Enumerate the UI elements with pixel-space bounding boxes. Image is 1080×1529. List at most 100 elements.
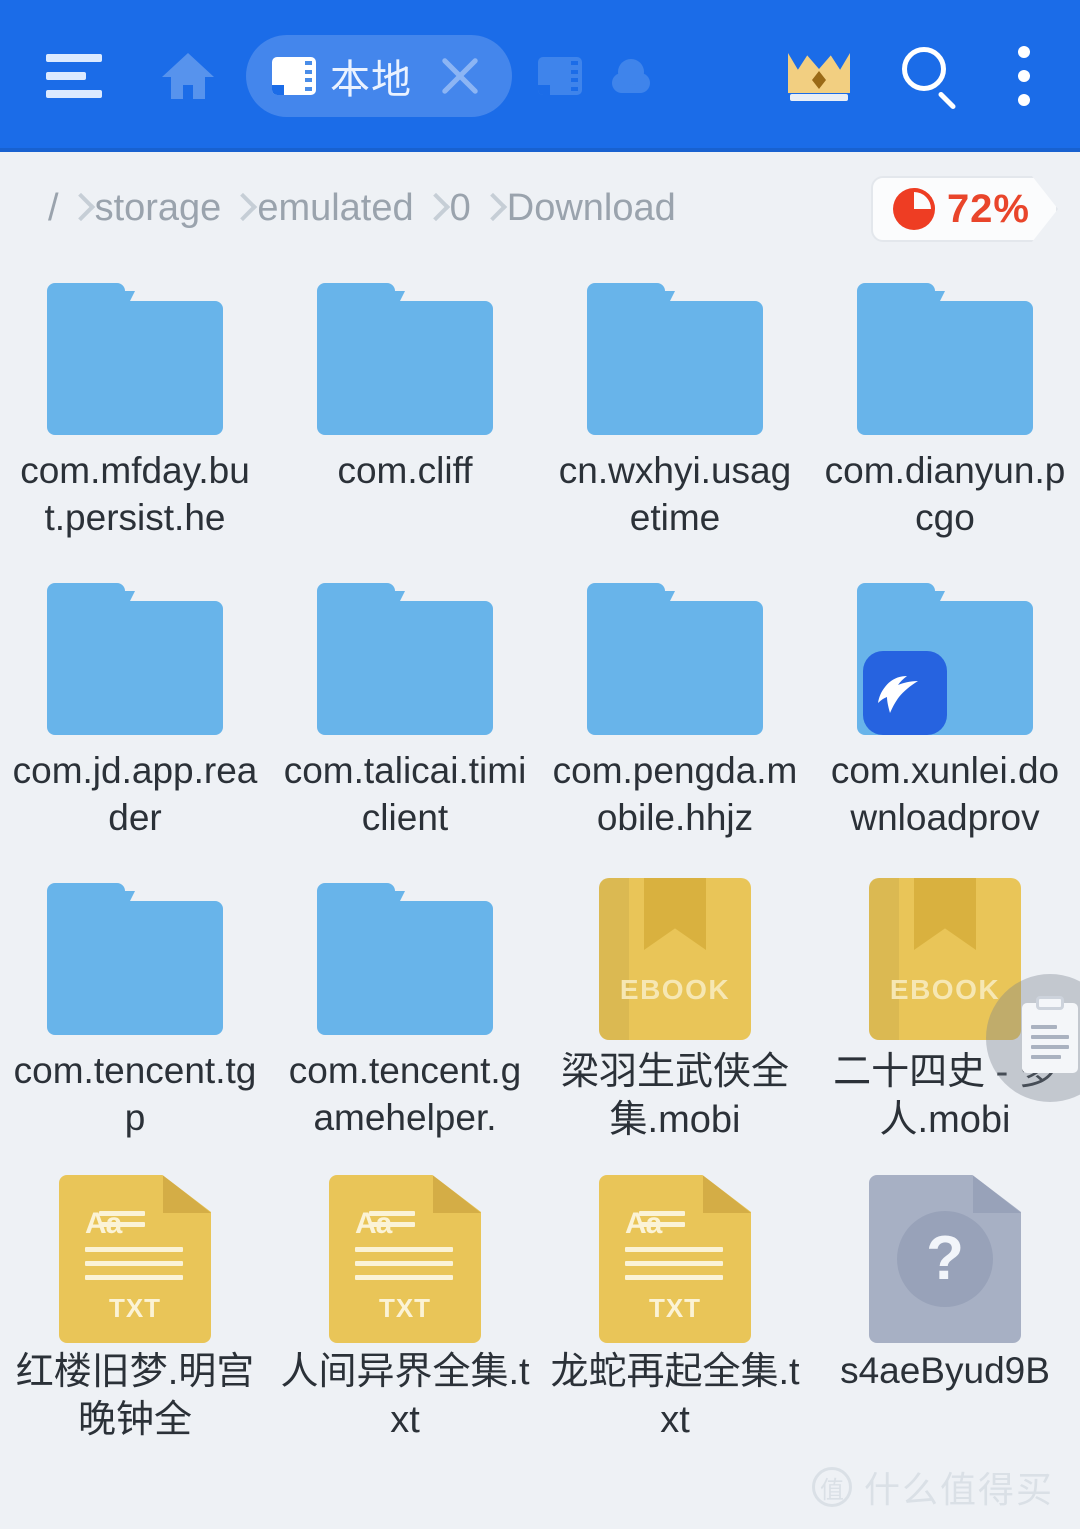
grid-item[interactable]: Aa TXT 人间异界全集.txt [270,1164,540,1464]
ebook-icon-label: EBOOK [619,974,731,1005]
sd-card-icon-secondary[interactable] [538,57,582,95]
icon-wrap: Aa TXT [317,1175,493,1343]
icon-wrap [587,580,763,738]
watermark: 值 什么值得买 [811,1461,1054,1513]
grid-item[interactable]: com.dianyun.pcgo [810,264,1080,564]
txt-file-icon: Aa TXT [59,1175,211,1343]
grid-item[interactable]: com.talicai.timiclient [270,564,540,864]
folder-icon [857,283,1033,435]
folder-icon [47,583,223,735]
home-icon[interactable] [162,51,214,101]
folder-icon [317,283,493,435]
icon-wrap [317,280,493,438]
chevron-right-icon [69,194,85,222]
hamburger-line [46,54,102,62]
storage-usage-percent: 72% [946,186,1030,231]
home-roof [162,53,214,77]
sd-card-icon [272,57,316,95]
txt-icon-label: TXT [648,1293,702,1323]
grid-item-label: com.cliff [337,450,473,491]
folder-icon [587,583,763,735]
breadcrumb-item-emulated[interactable]: emulated [257,187,413,230]
grid-item[interactable]: com.pengda.mobile.hhjz [540,564,810,864]
grid-item-label: com.mfday.but.persist.he [20,450,250,538]
watermark-text: 什么值得买 [863,1469,1054,1510]
icon-wrap [317,580,493,738]
icon-wrap [317,880,493,1038]
grid-item[interactable]: com.jd.app.reader [0,564,270,864]
search-icon[interactable] [902,47,960,111]
grid-item[interactable]: Aa TXT 龙蛇再起全集.txt [540,1164,810,1464]
watermark-logo-icon: 值 [811,1467,852,1507]
grid-item-label: 红楼旧梦.明宫晚钟全 [15,1351,255,1442]
chevron-right-icon [231,194,247,222]
breadcrumb-item-download[interactable]: Download [507,187,676,230]
icon-wrap: Aa TXT [47,1175,223,1343]
grid-item[interactable]: cn.wxhyi.usagetime [540,264,810,564]
grid-item-label: 龙蛇再起全集.txt [550,1351,800,1442]
grid-item-label: com.dianyun.pcgo [824,450,1066,538]
cloud-icon[interactable] [608,59,654,93]
grid-item-label: 梁羽生武侠全集.mobi [560,1051,789,1142]
folder-icon [317,583,493,735]
grid-item-label: 人间异界全集.txt [280,1351,530,1442]
grid-item[interactable]: com.mfday.but.persist.he [0,264,270,564]
hamburger-line [46,72,86,80]
txt-file-icon: Aa TXT [329,1175,481,1343]
grid-item[interactable]: Aa TXT 红楼旧梦.明宫晚钟全 [0,1164,270,1464]
folder-icon [587,283,763,435]
icon-wrap [857,580,1033,738]
icon-wrap: Aa TXT [587,1175,763,1343]
grid-item-label: com.tencent.tgp [13,1050,257,1138]
file-grid: com.mfday.but.persist.he com.cliff cn.wx… [0,264,1080,1464]
folder-icon [317,883,493,1035]
question-mark-icon: ? [926,1224,964,1293]
grid-item-label: com.jd.app.reader [12,750,258,838]
app-bar: 本地 [0,0,1080,152]
crown-icon[interactable] [788,49,850,103]
tab-local[interactable]: 本地 [246,35,512,117]
folder-icon [47,283,223,435]
grid-item-label: com.xunlei.downloadprov [830,750,1060,838]
hamburger-menu-icon[interactable] [46,54,102,98]
icon-wrap [47,880,223,1038]
grid-item-label: com.pengda.mobile.hhjz [552,750,798,838]
grid-item-label: s4aeByud9B [840,1350,1050,1391]
breadcrumb-item-0[interactable]: 0 [450,187,471,230]
storage-usage-badge[interactable]: 72% [871,176,1058,242]
grid-item-label: com.tencent.gamehelper. [288,1050,522,1138]
grid-item-label: com.talicai.timiclient [283,750,527,838]
grid-item[interactable]: ? s4aeByud9B [810,1164,1080,1464]
grid-item[interactable]: com.tencent.tgp [0,864,270,1164]
txt-file-icon: Aa TXT [599,1175,751,1343]
grid-item[interactable]: com.cliff [270,264,540,564]
pie-chart-icon [893,188,935,230]
icon-wrap [47,580,223,738]
breadcrumb: / storage emulated 0 Download [48,187,676,230]
chevron-right-icon [481,194,497,222]
breadcrumb-root[interactable]: / [48,187,59,230]
txt-icon-label: TXT [108,1293,162,1323]
icon-wrap: ? [857,1175,1033,1343]
folder-icon [857,583,1033,735]
unknown-file-icon: ? [869,1175,1021,1343]
xunlei-bird-icon [863,651,947,735]
kebab-menu-icon[interactable] [1018,46,1030,106]
icon-wrap [47,280,223,438]
hamburger-line [46,90,102,98]
icon-wrap: EBOOK [587,878,763,1040]
tab-local-label: 本地 [330,58,412,102]
icon-wrap [857,280,1033,438]
grid-item[interactable]: EBOOK 梁羽生武侠全集.mobi [540,864,810,1164]
icon-wrap [587,280,763,438]
grid-item-label: cn.wxhyi.usagetime [558,450,792,538]
breadcrumb-item-storage[interactable]: storage [95,187,222,230]
txt-icon-label: TXT [378,1293,432,1323]
grid-item[interactable]: com.tencent.gamehelper. [270,864,540,1164]
breadcrumb-bar: / storage emulated 0 Download 72% [0,152,1080,264]
close-icon[interactable] [438,54,482,98]
grid-item[interactable]: com.xunlei.downloadprov [810,564,1080,864]
clipboard-icon [1022,996,1078,1073]
ebook-icon: EBOOK [599,878,751,1040]
folder-icon [47,883,223,1035]
